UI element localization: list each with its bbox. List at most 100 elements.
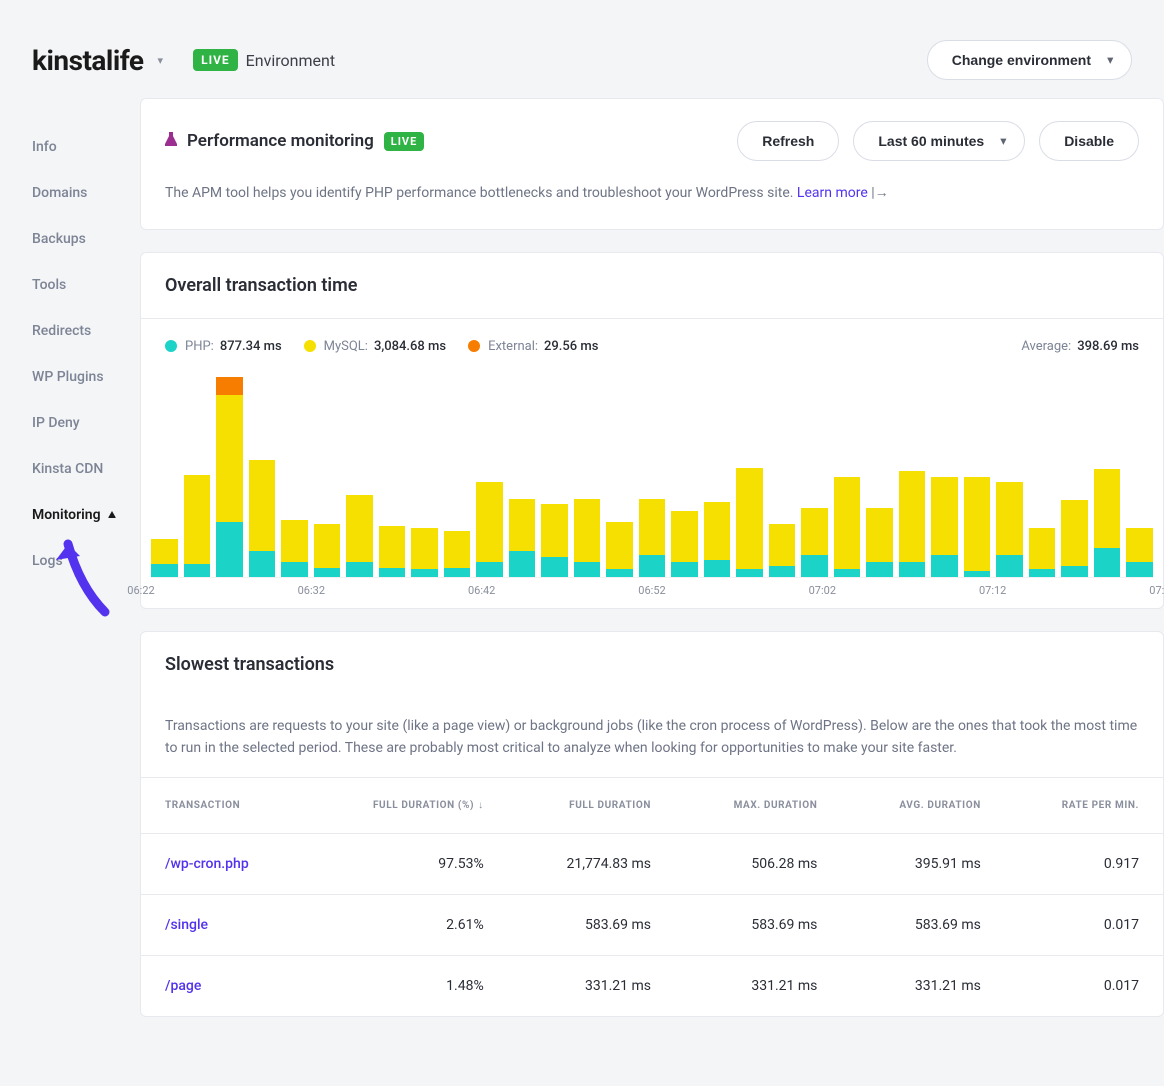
chart-bar: [606, 522, 633, 577]
cell-max: 331.21 ms: [675, 956, 841, 1017]
chart-bar: [1126, 528, 1153, 577]
slowest-transactions-table: TRANSACTION FULL DURATION (%)↓ FULL DURA…: [141, 777, 1163, 1016]
legend-dot-mysql: [304, 340, 316, 352]
cell-rate: 0.917: [1005, 834, 1163, 895]
legend-dot-php: [165, 340, 177, 352]
col-transaction[interactable]: TRANSACTION: [141, 778, 307, 834]
sidebar-item-info[interactable]: Info: [32, 124, 140, 170]
chart-bar: [964, 477, 991, 577]
sidebar-item-domains[interactable]: Domains: [32, 170, 140, 216]
flask-icon: [165, 132, 177, 150]
sidebar: Info Domains Backups Tools Redirects WP …: [0, 98, 140, 1039]
cell-pct: 97.53%: [307, 834, 507, 895]
learn-more-link[interactable]: Learn more: [797, 185, 868, 201]
chart-bar: [1094, 469, 1121, 576]
chart-bar: [411, 528, 438, 577]
panel-title: Performance monitoring: [187, 131, 374, 151]
section-title: Overall transaction time: [165, 275, 1139, 296]
sidebar-item-tools[interactable]: Tools: [32, 262, 140, 308]
sidebar-item-redirects[interactable]: Redirects: [32, 308, 140, 354]
section-title: Slowest transactions: [165, 654, 1139, 675]
x-tick: 06:32: [298, 584, 325, 597]
external-link-icon: |→: [871, 185, 888, 201]
col-full-duration[interactable]: FULL DURATION: [508, 778, 675, 834]
chart-bar: [541, 504, 568, 577]
table-row: /single2.61%583.69 ms583.69 ms583.69 ms0…: [141, 895, 1163, 956]
transaction-link[interactable]: /single: [165, 917, 208, 933]
overall-transaction-panel: Overall transaction time PHP:877.34 ms M…: [140, 252, 1164, 609]
sidebar-item-kinsta-cdn[interactable]: Kinsta CDN: [32, 446, 140, 492]
chart-bar: [801, 508, 828, 577]
chart-bar: [249, 460, 276, 576]
change-environment-button[interactable]: Change environment ▾: [927, 40, 1132, 80]
x-tick: 07:12: [979, 584, 1006, 597]
chart-bar: [1061, 500, 1088, 576]
chart-bar: [184, 475, 211, 577]
cell-rate: 0.017: [1005, 956, 1163, 1017]
chart-bar: [736, 468, 763, 577]
chart-legend: PHP:877.34 ms MySQL:3,084.68 ms External…: [141, 319, 1163, 368]
sidebar-item-wp-plugins[interactable]: WP Plugins: [32, 354, 140, 400]
chart-bar: [834, 477, 861, 577]
chart-bar: [216, 377, 243, 577]
sort-descending-icon: ↓: [478, 800, 484, 811]
environment-label: Environment: [246, 51, 335, 70]
table-row: /page1.48%331.21 ms331.21 ms331.21 ms0.0…: [141, 956, 1163, 1017]
chevron-down-icon: ▾: [1001, 135, 1007, 148]
cell-avg: 395.91 ms: [841, 834, 1004, 895]
chart-bar: [314, 524, 341, 577]
chart-bar: [866, 508, 893, 577]
chart-bar: [996, 482, 1023, 577]
slowest-transactions-panel: Slowest transactions Transactions are re…: [140, 631, 1164, 1018]
x-tick: 06:42: [468, 584, 495, 597]
transaction-link[interactable]: /wp-cron.php: [165, 856, 249, 872]
col-full-duration-pct[interactable]: FULL DURATION (%)↓: [307, 778, 507, 834]
chart-bar: [281, 520, 308, 576]
chart-bar: [639, 499, 666, 577]
x-tick: 07:02: [809, 584, 836, 597]
change-environment-label: Change environment: [952, 52, 1091, 68]
cell-pct: 2.61%: [307, 895, 507, 956]
table-row: /wp-cron.php97.53%21,774.83 ms506.28 ms3…: [141, 834, 1163, 895]
flask-icon: [108, 511, 116, 518]
legend-dot-external: [468, 340, 480, 352]
chevron-down-icon[interactable]: ▾: [158, 54, 164, 67]
x-tick: 07:22: [1149, 584, 1164, 597]
chart-bar: [444, 531, 471, 576]
cell-avg: 331.21 ms: [841, 956, 1004, 1017]
stacked-bar-chart: [151, 368, 1153, 578]
chart-bar: [574, 499, 601, 577]
col-avg-duration[interactable]: AVG. DURATION: [841, 778, 1004, 834]
chart-bar: [509, 499, 536, 577]
chart-bar: [151, 539, 178, 577]
time-range-label: Last 60 minutes: [878, 133, 984, 149]
chart-bar: [931, 477, 958, 577]
panel-description: The APM tool helps you identify PHP perf…: [141, 183, 1163, 229]
table-header-row: TRANSACTION FULL DURATION (%)↓ FULL DURA…: [141, 778, 1163, 834]
cell-full: 583.69 ms: [508, 895, 675, 956]
cell-max: 506.28 ms: [675, 834, 841, 895]
sidebar-item-backups[interactable]: Backups: [32, 216, 140, 262]
x-tick: 06:52: [638, 584, 665, 597]
sidebar-item-ip-deny[interactable]: IP Deny: [32, 400, 140, 446]
cell-full: 331.21 ms: [508, 956, 675, 1017]
time-range-button[interactable]: Last 60 minutes ▾: [853, 121, 1025, 161]
chevron-down-icon: ▾: [1107, 54, 1113, 67]
col-max-duration[interactable]: MAX. DURATION: [675, 778, 841, 834]
transaction-link[interactable]: /page: [165, 978, 201, 994]
chart-bar: [346, 495, 373, 577]
topbar: kinstalife ▾ LIVE Environment Change env…: [0, 0, 1164, 98]
col-rate-per-min[interactable]: RATE PER MIN.: [1005, 778, 1163, 834]
section-description: Transactions are requests to your site (…: [141, 697, 1163, 778]
cell-rate: 0.017: [1005, 895, 1163, 956]
cell-pct: 1.48%: [307, 956, 507, 1017]
live-badge: LIVE: [384, 132, 425, 151]
cell-avg: 583.69 ms: [841, 895, 1004, 956]
disable-button[interactable]: Disable: [1039, 121, 1139, 161]
refresh-button[interactable]: Refresh: [737, 121, 839, 161]
sidebar-item-label: Monitoring: [32, 507, 101, 523]
chart-bar: [671, 511, 698, 576]
chart-bar: [476, 482, 503, 577]
x-tick: 06:22: [127, 584, 154, 597]
chart-bar: [704, 502, 731, 577]
